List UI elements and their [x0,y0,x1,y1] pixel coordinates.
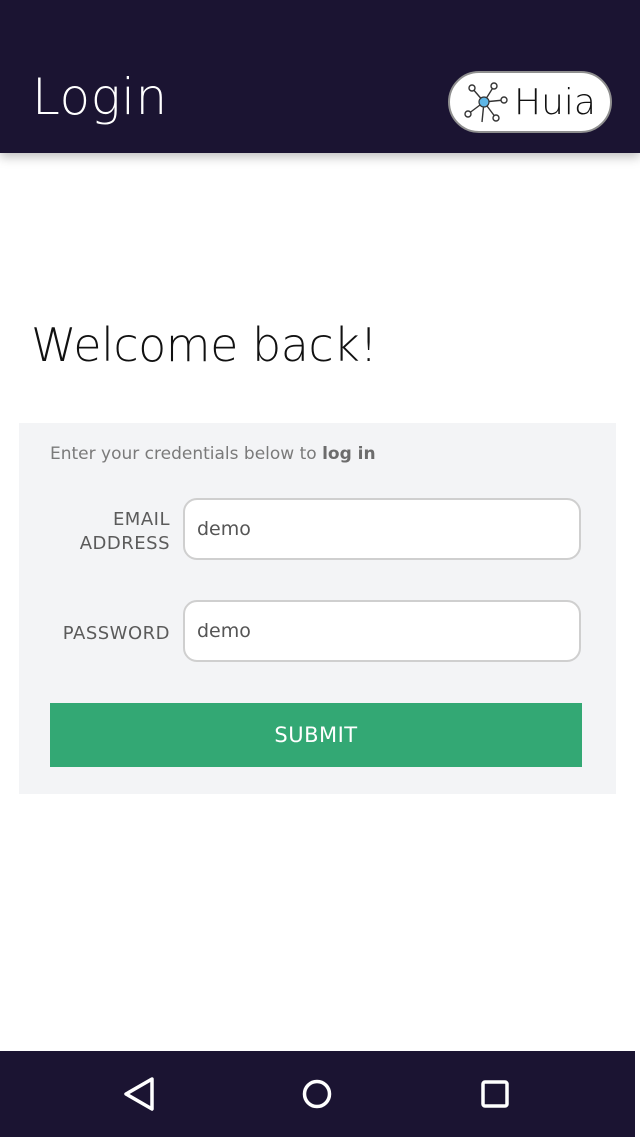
email-label-line1: EMAIL [112,509,170,530]
form-instructions: Enter your credentials below to log in [50,444,376,464]
instructions-emphasis: log in [322,444,376,464]
submit-button[interactable]: SUBMIT [50,703,582,767]
email-field[interactable] [183,498,581,560]
email-label-line2: ADDRESS [79,533,170,554]
password-field[interactable] [183,600,581,662]
password-label: PASSWORD [62,623,170,644]
network-logo-icon [464,82,508,123]
brand-name: Huia [514,82,596,123]
page-title: Login [32,68,168,126]
app-bar: Login Huia [0,0,640,153]
home-circle-icon[interactable] [292,1069,342,1119]
email-label: EMAIL ADDRESS [20,508,170,556]
instructions-text: Enter your credentials below to [50,444,323,464]
welcome-heading: Welcome back! [31,318,378,372]
back-triangle-icon[interactable] [114,1069,164,1119]
login-form-card: Enter your credentials below to log in E… [19,423,616,794]
recents-square-icon[interactable] [470,1069,520,1119]
brand-badge[interactable]: Huia [448,71,612,133]
system-nav-bar [0,1051,635,1137]
